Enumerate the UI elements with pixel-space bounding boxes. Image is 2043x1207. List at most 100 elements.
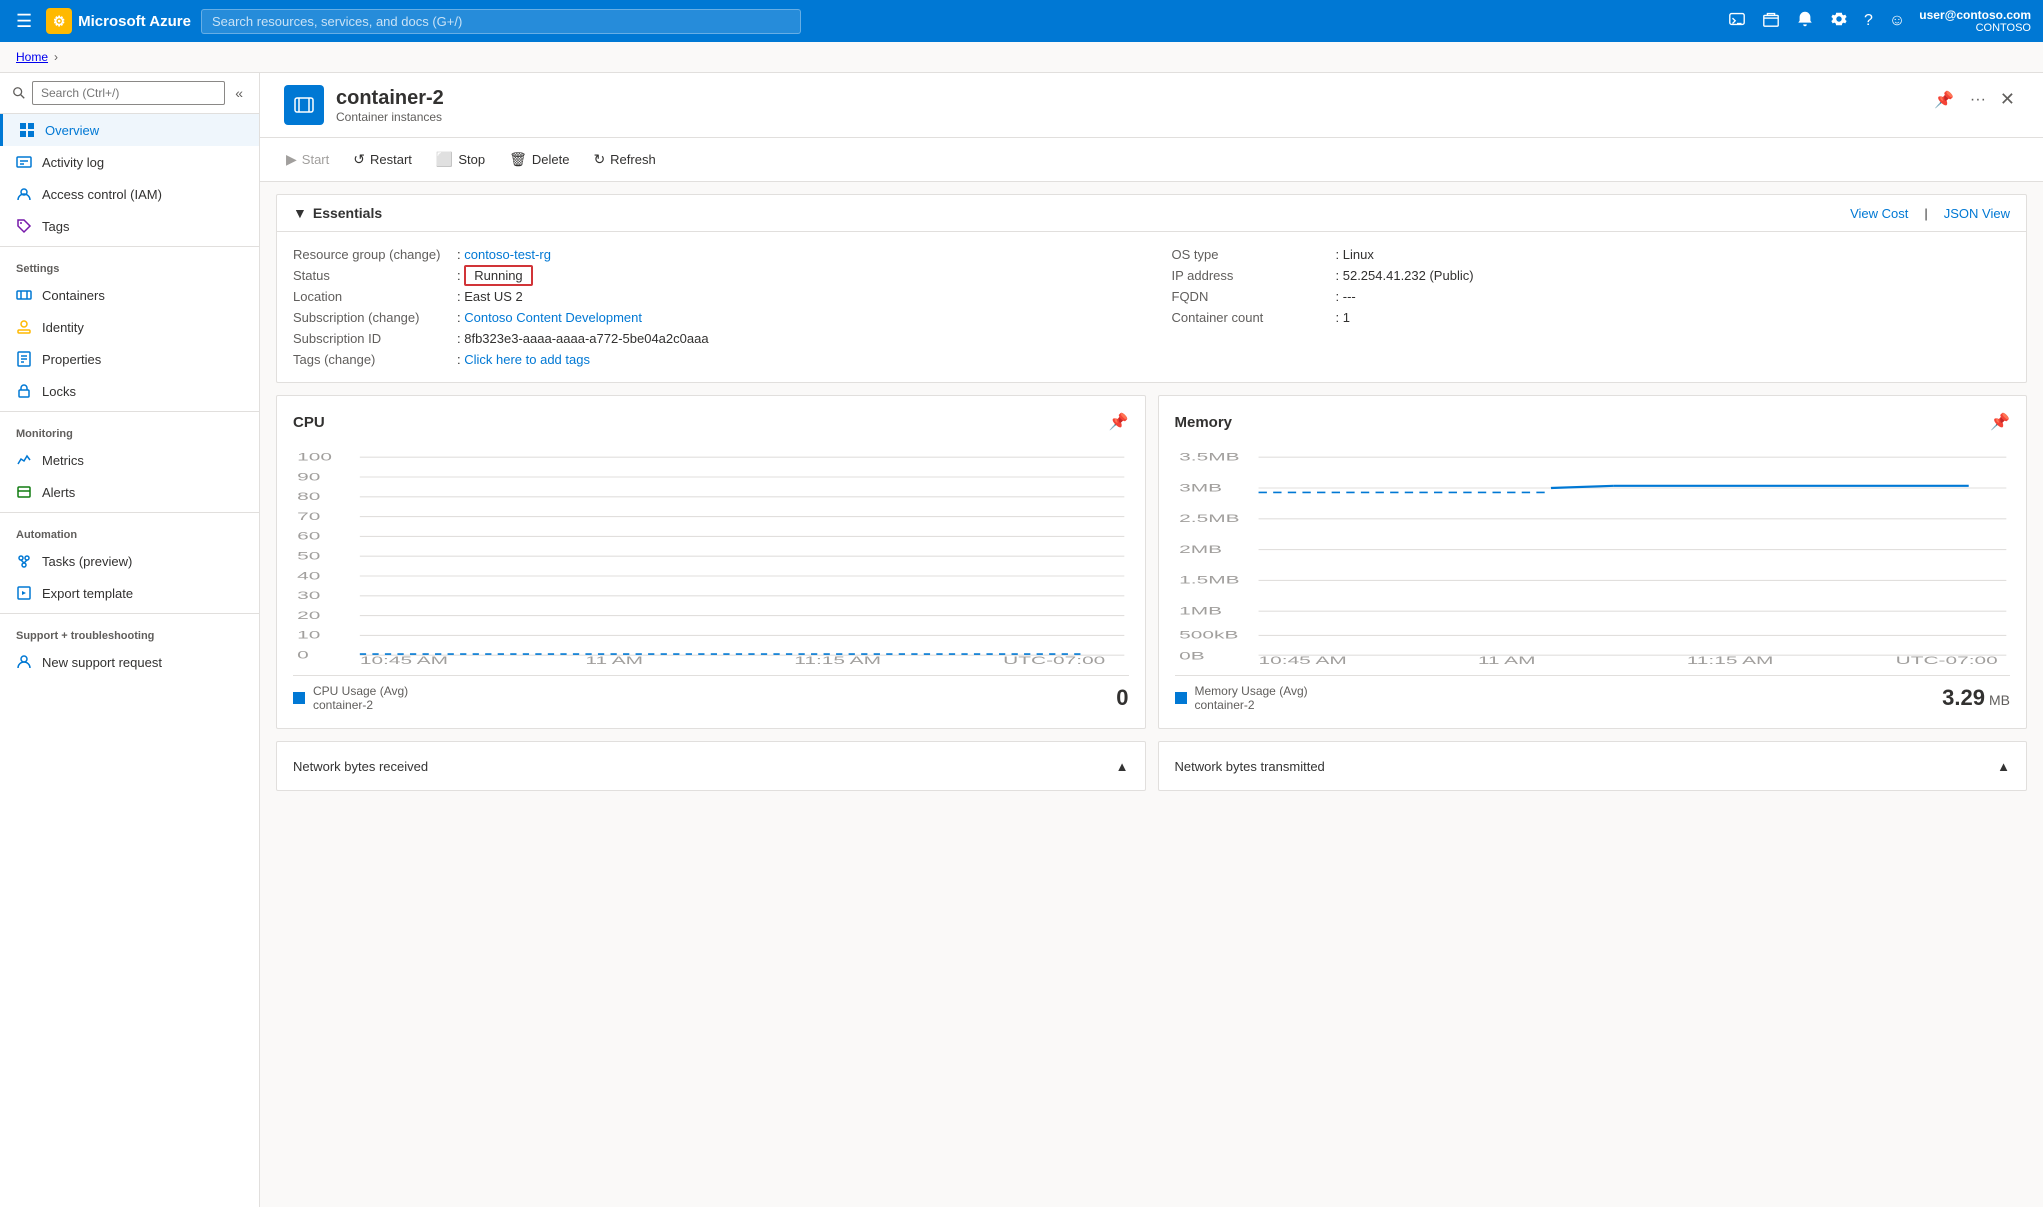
stop-button[interactable]: ⬜ Stop [426, 146, 495, 173]
sidebar-item-identity[interactable]: Identity [0, 311, 259, 343]
sidebar-item-containers[interactable]: Containers [0, 279, 259, 311]
svg-text:0B: 0B [1179, 650, 1205, 663]
restart-button[interactable]: ↺ Restart [343, 146, 422, 173]
nav-icons: ? ☺ user@contoso.com CONTOSO [1722, 4, 2031, 39]
json-view-link[interactable]: JSON View [1944, 206, 2010, 221]
sidebar-item-locks[interactable]: Locks [0, 375, 259, 407]
sidebar-item-tasks[interactable]: Tasks (preview) [0, 545, 259, 577]
start-button[interactable]: ▶ Start [276, 146, 339, 173]
main-content: ▶ Start ↺ Restart ⬜ Stop 🗑 Delete [260, 138, 2043, 1207]
memory-chart-svg: 3.5MB 3MB 2.5MB 2MB 1.5MB 1MB 500kB 0B [1175, 444, 2011, 664]
breadcrumb-separator: › [54, 50, 58, 64]
resource-group-value: : contoso-test-rg [457, 247, 551, 262]
cloud-shell-icon[interactable] [1722, 4, 1752, 39]
directory-icon[interactable] [1756, 4, 1786, 39]
essentials-row-status: Status : Running [293, 265, 1132, 286]
home-link[interactable]: Home [16, 50, 48, 64]
memory-chart-legend: Memory Usage (Avg) container-2 3.29 MB [1175, 675, 2011, 712]
essentials-links: View Cost | JSON View [1850, 206, 2010, 221]
os-type-value: : Linux [1336, 247, 1374, 262]
svg-text:1MB: 1MB [1179, 605, 1222, 618]
memory-legend-label: Memory Usage (Avg) [1195, 684, 1308, 698]
hamburger-menu[interactable]: ☰ [12, 7, 36, 36]
location-value: : East US 2 [457, 289, 523, 304]
svg-text:11 AM: 11 AM [585, 654, 643, 664]
view-cost-link[interactable]: View Cost [1850, 206, 1908, 221]
svg-text:70: 70 [297, 510, 320, 523]
essentials-row-location: Location : East US 2 [293, 286, 1132, 307]
feedback-icon[interactable]: ☺ [1883, 6, 1911, 36]
memory-pin-button[interactable]: 📌 [1990, 412, 2010, 432]
svg-text:90: 90 [297, 470, 320, 483]
memory-chart-title: Memory [1175, 414, 1233, 431]
global-search-input[interactable] [201, 9, 801, 34]
page-header-actions: 📌 ··· ✕ [1928, 85, 2019, 114]
more-options-button[interactable]: ··· [1964, 87, 1992, 113]
containers-icon [16, 287, 32, 303]
sidebar-item-tags[interactable]: Tags [0, 210, 259, 242]
sidebar-item-overview[interactable]: Overview [0, 114, 259, 146]
sidebar: « Overview Activity log [0, 73, 260, 1207]
top-navigation: ☰ ⚙ Microsoft Azure ? ☺ user@contoso.com… [0, 0, 2043, 42]
memory-legend-color [1175, 692, 1187, 704]
help-icon[interactable]: ? [1858, 6, 1879, 36]
monitoring-divider [0, 411, 259, 412]
resource-icon [284, 85, 324, 125]
charts-grid: CPU 📌 100 90 80 70 60 50 40 30 [260, 395, 2043, 741]
status-value: : Running [457, 268, 533, 283]
sidebar-item-export-template[interactable]: Export template [0, 577, 259, 609]
notifications-icon[interactable] [1790, 4, 1820, 39]
close-button[interactable]: ✕ [1996, 85, 2019, 114]
user-profile[interactable]: user@contoso.com CONTOSO [1919, 8, 2031, 34]
container-count-value: : 1 [1336, 310, 1350, 325]
cpu-chart-legend: CPU Usage (Avg) container-2 0 [293, 675, 1129, 712]
resource-group-link[interactable]: contoso-test-rg [464, 247, 551, 262]
delete-icon: 🗑 [509, 151, 527, 168]
svg-text:1.5MB: 1.5MB [1179, 574, 1239, 587]
sidebar-item-activity-log[interactable]: Activity log [0, 146, 259, 178]
toolbar: ▶ Start ↺ Restart ⬜ Stop 🗑 Delete [260, 138, 2043, 182]
svg-text:11:15 AM: 11:15 AM [1686, 654, 1773, 664]
cpu-legend-label: CPU Usage (Avg) [313, 684, 408, 698]
breadcrumb: Home › [0, 42, 2043, 73]
refresh-button[interactable]: ↻ Refresh [583, 146, 665, 173]
tags-link[interactable]: Click here to add tags [464, 352, 590, 367]
ip-address-value: : 52.254.41.232 (Public) [1336, 268, 1474, 283]
subscription-link[interactable]: Contoso Content Development [464, 310, 642, 325]
cpu-legend-text: CPU Usage (Avg) container-2 [313, 684, 408, 712]
cpu-pin-button[interactable]: 📌 [1109, 412, 1129, 432]
essentials-row-resource-group: Resource group (change) : contoso-test-r… [293, 244, 1132, 265]
sidebar-item-alerts[interactable]: Alerts [0, 476, 259, 508]
settings-divider [0, 246, 259, 247]
essentials-row-tags: Tags (change) : Click here to add tags [293, 349, 1132, 370]
sidebar-item-properties[interactable]: Properties [0, 343, 259, 375]
page-title-group: container-2 Container instances [336, 87, 444, 124]
settings-icon[interactable] [1824, 4, 1854, 39]
sidebar-nav: Overview Activity log Access control (IA… [0, 114, 259, 1207]
essentials-row-container-count: Container count : 1 [1172, 307, 2011, 328]
network-charts-grid: Network bytes received ▲ Network bytes t… [260, 741, 2043, 803]
metrics-icon [16, 452, 32, 468]
search-icon [12, 86, 26, 100]
collapse-sidebar-button[interactable]: « [231, 81, 247, 105]
sidebar-search-input[interactable] [32, 81, 225, 105]
svg-text:60: 60 [297, 530, 320, 543]
network-received-title: Network bytes received [293, 759, 428, 774]
svg-text:50: 50 [297, 550, 320, 563]
pin-header-button[interactable]: 📌 [1928, 86, 1960, 114]
svg-text:11 AM: 11 AM [1477, 654, 1535, 664]
essentials-left-col: Resource group (change) : contoso-test-r… [293, 244, 1132, 370]
alerts-icon [16, 484, 32, 500]
settings-section-header: Settings [0, 251, 259, 279]
sidebar-item-access-control[interactable]: Access control (IAM) [0, 178, 259, 210]
page-header: container-2 Container instances 📌 ··· ✕ [260, 73, 2043, 138]
sidebar-item-metrics[interactable]: Metrics [0, 444, 259, 476]
automation-divider [0, 512, 259, 513]
tags-icon [16, 218, 32, 234]
essentials-row-subscription-id: Subscription ID : 8fb323e3-aaaa-aaaa-a77… [293, 328, 1132, 349]
sidebar-item-support-request[interactable]: New support request [0, 646, 259, 678]
delete-button[interactable]: 🗑 Delete [499, 146, 579, 173]
start-icon: ▶ [286, 151, 297, 168]
svg-text:20: 20 [297, 609, 320, 622]
stop-icon: ⬜ [436, 151, 453, 168]
